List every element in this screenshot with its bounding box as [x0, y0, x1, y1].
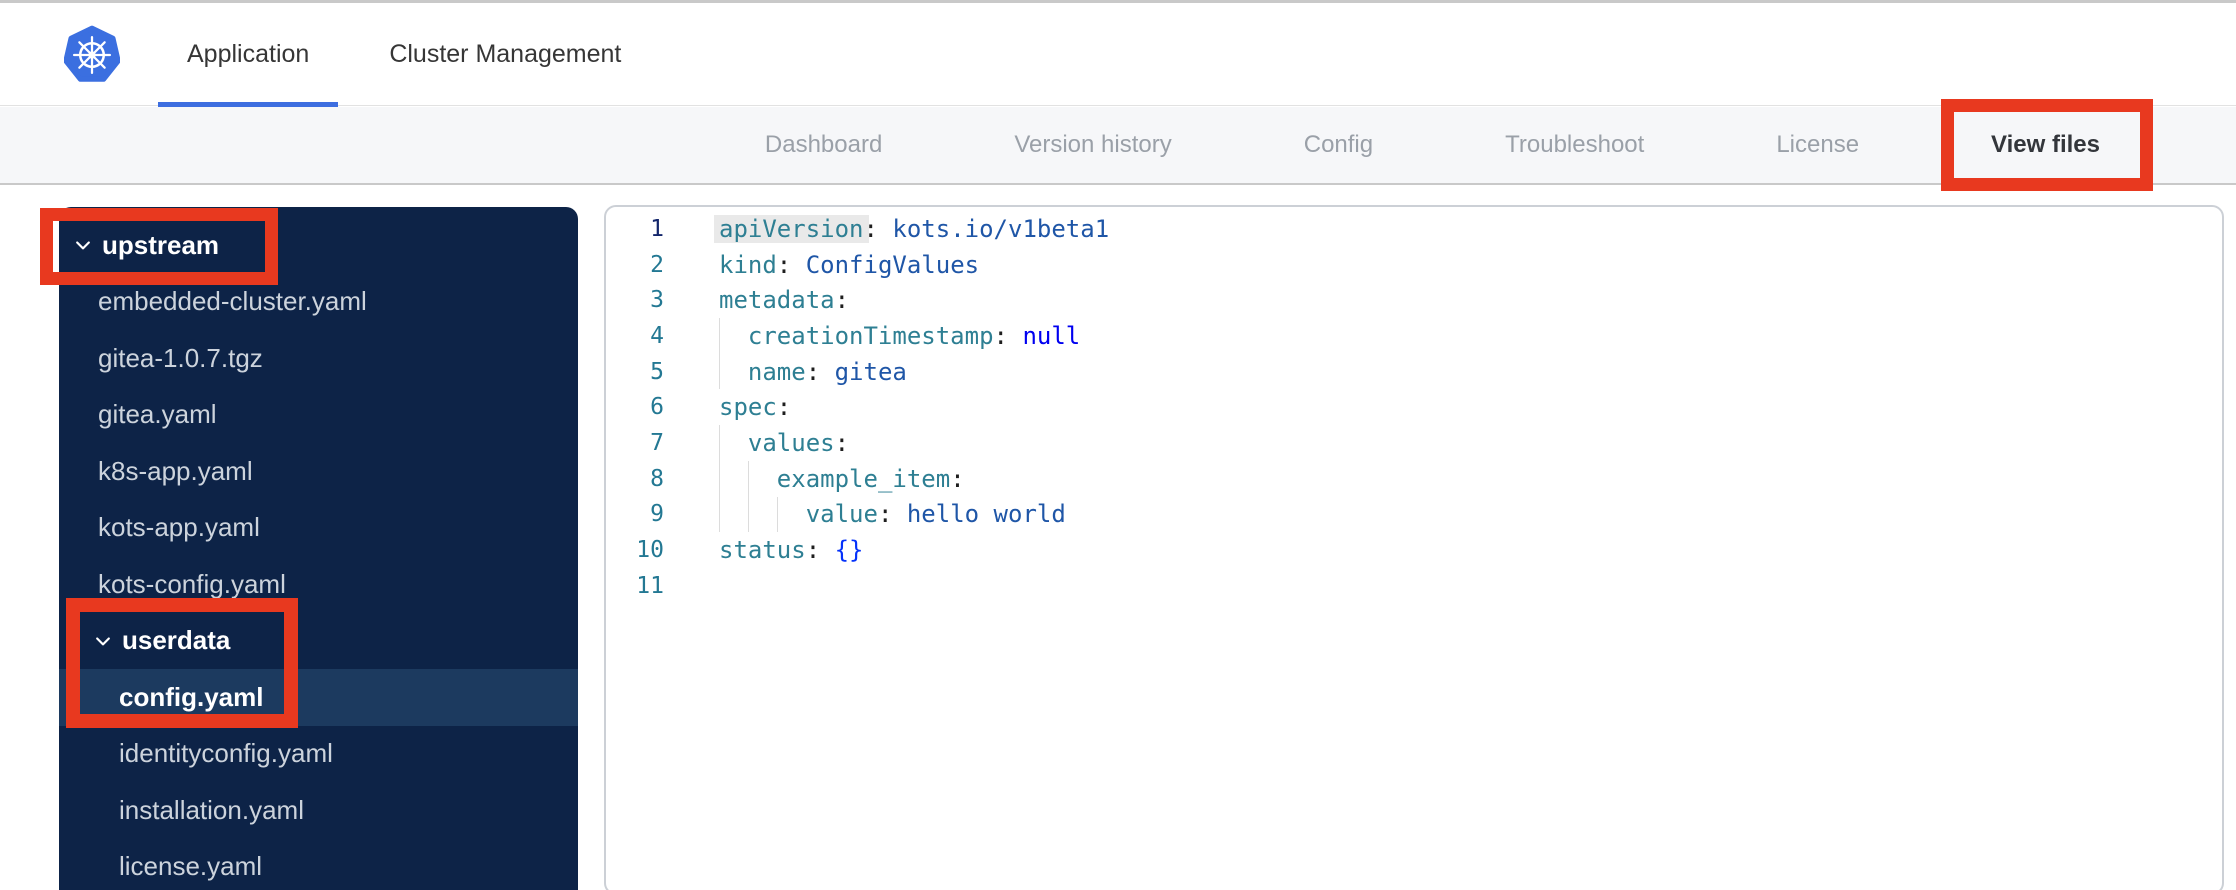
tree-item-installation-yaml[interactable]: installation.yaml	[59, 782, 578, 839]
chevron-down-icon	[93, 631, 113, 651]
kubernetes-logo-icon	[63, 24, 121, 86]
line-number: 2	[650, 251, 664, 278]
header-tabs: Application Cluster Management	[158, 3, 650, 111]
tree-item-gitea-1-0-7-tgz[interactable]: gitea-1.0.7.tgz	[59, 330, 578, 387]
tree-item-label: identityconfig.yaml	[119, 738, 333, 769]
tree-item-label: installation.yaml	[119, 794, 304, 825]
code-line-text: creationTimestamp: null	[719, 318, 1080, 354]
tree-item-gitea-yaml[interactable]: gitea.yaml	[59, 387, 578, 444]
tab-application[interactable]: Application	[158, 3, 339, 111]
tree-item-label: embedded-cluster.yaml	[98, 286, 367, 317]
indent-guide	[747, 460, 749, 497]
code-line-text: name: gitea	[719, 353, 907, 390]
code-line-text: metadata:	[719, 286, 850, 315]
code-line-10: 10 status: {}	[606, 532, 2222, 568]
code-line-text: status: {}	[719, 536, 864, 565]
tree-item-kots-config-yaml[interactable]: kots-config.yaml	[59, 556, 578, 613]
tab-cluster-management[interactable]: Cluster Management	[360, 3, 650, 106]
nav-tab-view-files[interactable]: View files	[1967, 131, 2124, 187]
code-line-text: value: hello world	[719, 496, 1066, 533]
code-line-9: 9 value: hello world	[606, 496, 2222, 533]
nav-tab-troubleshoot[interactable]: Troubleshoot	[1505, 131, 1644, 159]
tree-item-label: kots-app.yaml	[98, 512, 260, 543]
code-line-5: 5 name: gitea	[606, 353, 2222, 390]
line-number: 11	[636, 572, 664, 599]
tree-item-label: kots-config.yaml	[98, 568, 286, 599]
nav-tab-dashboard[interactable]: Dashboard	[765, 131, 882, 159]
code-line-2: 2 kind: ConfigValues	[606, 247, 2222, 283]
code-line-text: kind: ConfigValues	[719, 250, 980, 279]
indent-guide	[776, 496, 778, 533]
secondary-nav: Dashboard Version history Config Troublesho…	[0, 107, 2236, 187]
tree-item-identityconfig-yaml[interactable]: identityconfig.yaml	[59, 726, 578, 783]
tree-item-label: k8s-app.yaml	[98, 455, 253, 486]
code-line-1: 1 apiVersion: kots.io/v1beta1	[606, 211, 2222, 247]
indent-guide	[719, 353, 720, 390]
code-line-text: spec:	[719, 393, 792, 422]
code-line-4: 4 creationTimestamp: null	[606, 318, 2222, 354]
code-line-6: 6 spec:	[606, 389, 2222, 425]
tree-item-label: gitea-1.0.7.tgz	[98, 342, 263, 373]
indent-guide	[747, 496, 749, 533]
line-number: 7	[650, 429, 664, 456]
code-line-7: 7 values:	[606, 425, 2222, 461]
code-line-8: 8 example_item:	[606, 460, 2222, 497]
nav-tab-version-history[interactable]: Version history	[1014, 131, 1171, 159]
tree-item-upstream[interactable]: upstream	[59, 217, 578, 274]
indent-guide	[719, 425, 720, 461]
tree-item-k8s-app-yaml[interactable]: k8s-app.yaml	[59, 443, 578, 500]
tree-item-userdata[interactable]: userdata	[59, 613, 578, 670]
line-number: 4	[650, 322, 664, 349]
indent-guide	[719, 496, 720, 533]
code-line-text: values:	[719, 425, 849, 461]
nav-tab-license[interactable]: License	[1776, 131, 1859, 159]
tree-item-label: license.yaml	[119, 851, 263, 882]
line-number: 5	[650, 358, 664, 385]
line-number: 8	[650, 465, 664, 492]
code-line-text: apiVersion: kots.io/v1beta1	[719, 214, 1110, 243]
code-line-text: example_item:	[719, 460, 965, 497]
code-line-3: 3 metadata:	[606, 282, 2222, 318]
tree-item-label: userdata	[122, 625, 231, 656]
chevron-down-icon	[73, 235, 93, 255]
tree-item-license-yaml[interactable]: license.yaml	[59, 839, 578, 890]
file-tree: upstream embedded-cluster.yaml gitea-1.0.7…	[59, 207, 578, 890]
file-viewer[interactable]: 1 apiVersion: kots.io/v1beta1 2 kind: Confi…	[604, 205, 2224, 890]
code-line-11: 11	[606, 568, 2222, 604]
tree-item-label: config.yaml	[119, 681, 264, 712]
indent-guide	[719, 318, 720, 354]
tree-item-embedded-cluster-yaml[interactable]: embedded-cluster.yaml	[59, 274, 578, 331]
tree-item-label: gitea.yaml	[98, 399, 217, 430]
line-number: 10	[636, 537, 664, 564]
tree-item-label: upstream	[102, 229, 220, 260]
tree-item-kots-app-yaml[interactable]: kots-app.yaml	[59, 500, 578, 557]
nav-tab-config[interactable]: Config	[1304, 131, 1373, 159]
indent-guide	[719, 460, 720, 497]
line-number: 1	[650, 215, 664, 242]
line-number: 9	[650, 501, 664, 528]
line-number: 6	[650, 394, 664, 421]
tree-item-config-yaml[interactable]: config.yaml	[59, 669, 578, 726]
app-header: Application Cluster Management	[0, 3, 2236, 111]
line-number: 3	[650, 287, 664, 314]
